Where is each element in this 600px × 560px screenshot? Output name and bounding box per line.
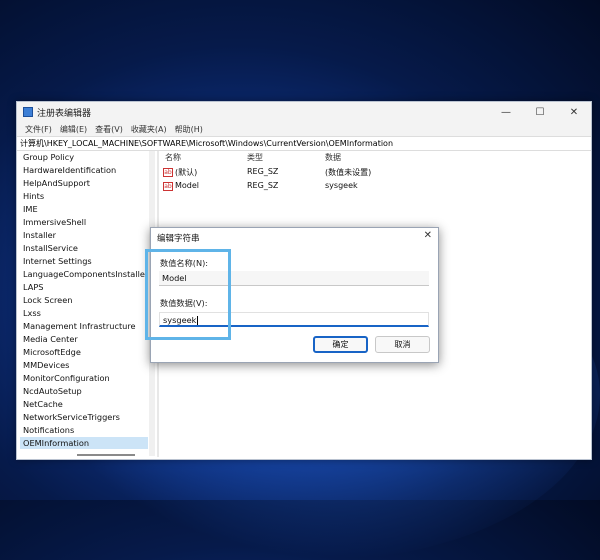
menu-help[interactable]: 帮助(H) bbox=[171, 124, 207, 135]
tree-item[interactable]: InstallService bbox=[20, 242, 148, 255]
tree-item[interactable]: NcdAutoSetup bbox=[20, 385, 148, 398]
tree-item[interactable]: MicrosoftEdge bbox=[20, 346, 148, 359]
close-button[interactable]: ✕ bbox=[557, 102, 591, 122]
string-value-icon: ab bbox=[163, 168, 173, 177]
menu-edit[interactable]: 编辑(E) bbox=[56, 124, 91, 135]
menu-view[interactable]: 查看(V) bbox=[91, 124, 127, 135]
tree-item[interactable]: IME bbox=[20, 203, 148, 216]
tree-horizontal-scrollbar[interactable] bbox=[77, 454, 135, 456]
menu-bar: 文件(F) 编辑(E) 查看(V) 收藏夹(A) 帮助(H) bbox=[17, 122, 591, 136]
column-type[interactable]: 类型 bbox=[247, 152, 263, 163]
tree-item[interactable]: Media Center bbox=[20, 333, 148, 346]
tree-item[interactable]: Internet Settings bbox=[20, 255, 148, 268]
tree-item[interactable]: Management Infrastructure bbox=[20, 320, 148, 333]
tree-item[interactable]: Notifications bbox=[20, 424, 148, 437]
minimize-button[interactable]: — bbox=[489, 102, 523, 122]
value-data: sysgeek bbox=[325, 181, 358, 190]
window-title: 注册表编辑器 bbox=[37, 108, 92, 119]
title-bar: 注册表编辑器 — ☐ ✕ bbox=[17, 102, 591, 122]
tree-item[interactable]: Installer bbox=[20, 229, 148, 242]
dialog-close-icon[interactable]: ✕ bbox=[424, 230, 432, 241]
tree-item[interactable]: Hints bbox=[20, 190, 148, 203]
maximize-button[interactable]: ☐ bbox=[523, 102, 557, 122]
cancel-button[interactable]: 取消 bbox=[375, 336, 430, 353]
value-data: (数值未设置) bbox=[325, 168, 372, 177]
tree-item[interactable]: NetworkServiceTriggers bbox=[20, 411, 148, 424]
ok-button[interactable]: 确定 bbox=[313, 336, 368, 353]
value-row[interactable]: ab Model REG_SZ sysgeek bbox=[161, 180, 581, 194]
tree-item[interactable]: HardwareIdentification bbox=[20, 164, 148, 177]
tree-item[interactable]: NetCache bbox=[20, 398, 148, 411]
tree-item[interactable]: MMDevices bbox=[20, 359, 148, 372]
regedit-app-icon bbox=[23, 107, 33, 117]
value-type: REG_SZ bbox=[247, 167, 279, 176]
tree-item[interactable]: Lock Screen bbox=[20, 294, 148, 307]
tree-item[interactable]: MonitorConfiguration bbox=[20, 372, 148, 385]
string-value-icon: ab bbox=[163, 182, 173, 191]
value-type: REG_SZ bbox=[247, 181, 279, 190]
tree-item[interactable]: LAPS bbox=[20, 281, 148, 294]
menu-favorites[interactable]: 收藏夹(A) bbox=[127, 124, 171, 135]
dialog-title: 编辑字符串 bbox=[157, 234, 200, 244]
value-row[interactable]: ab (默认) REG_SZ (数值未设置) bbox=[161, 166, 581, 180]
tree-item[interactable]: HelpAndSupport bbox=[20, 177, 148, 190]
tree-item[interactable]: Group Policy bbox=[20, 151, 148, 164]
column-name[interactable]: 名称 bbox=[165, 152, 181, 163]
value-name: Model bbox=[175, 181, 200, 190]
tree-item[interactable]: OEMInformation bbox=[20, 437, 148, 449]
tree-item[interactable]: Lxss bbox=[20, 307, 148, 320]
tree-item[interactable]: LanguageComponentsInstaller bbox=[20, 268, 148, 281]
annotation-highlight-box bbox=[145, 249, 231, 340]
key-tree: Group Policy HardwareIdentification HelpAn… bbox=[20, 151, 148, 449]
column-data[interactable]: 数据 bbox=[325, 152, 341, 163]
tree-item[interactable]: ImmersiveShell bbox=[20, 216, 148, 229]
address-bar[interactable]: 计算机\HKEY_LOCAL_MACHINE\SOFTWARE\Microsof… bbox=[17, 136, 591, 151]
menu-file[interactable]: 文件(F) bbox=[21, 124, 56, 135]
value-name: (默认) bbox=[175, 168, 198, 177]
